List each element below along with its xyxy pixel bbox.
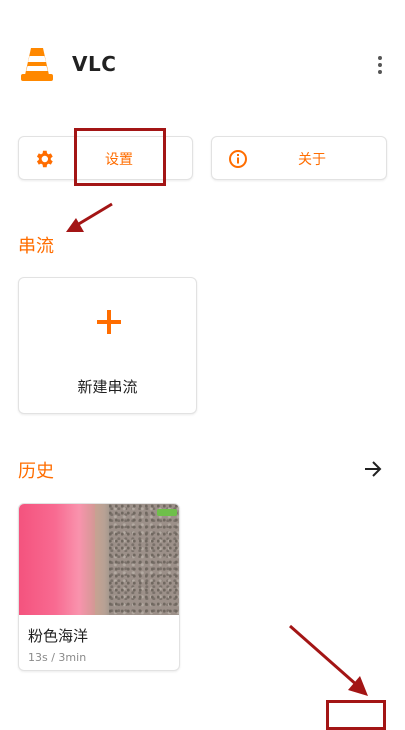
about-label: 关于 <box>298 152 326 168</box>
new-stream-label: 新建串流 <box>77 378 138 396</box>
video-title: 粉色海洋 <box>28 627 89 645</box>
new-stream-button[interactable]: 新建串流 <box>18 277 197 414</box>
annotation-arrow-icon <box>66 202 113 232</box>
more-vertical-icon[interactable] <box>372 54 388 78</box>
info-icon <box>229 150 247 168</box>
annotation-highlight-box <box>326 700 386 730</box>
plus-icon <box>97 310 121 334</box>
about-button[interactable]: 关于 <box>211 136 387 180</box>
gear-icon <box>36 150 53 168</box>
annotation-highlight-box <box>74 128 166 186</box>
video-progress-text: 13s / 3min <box>28 651 87 664</box>
app-title: VLC <box>72 52 117 76</box>
arrow-right-icon[interactable] <box>362 458 384 480</box>
annotation-arrow-icon <box>289 624 368 696</box>
watermark-icon <box>157 509 177 516</box>
video-thumbnail <box>19 504 179 615</box>
vlc-cone-icon <box>20 45 54 83</box>
stream-section-title: 串流 <box>18 236 54 257</box>
history-item[interactable]: 粉色海洋 13s / 3min <box>18 503 180 671</box>
history-section-title: 历史 <box>18 461 54 482</box>
